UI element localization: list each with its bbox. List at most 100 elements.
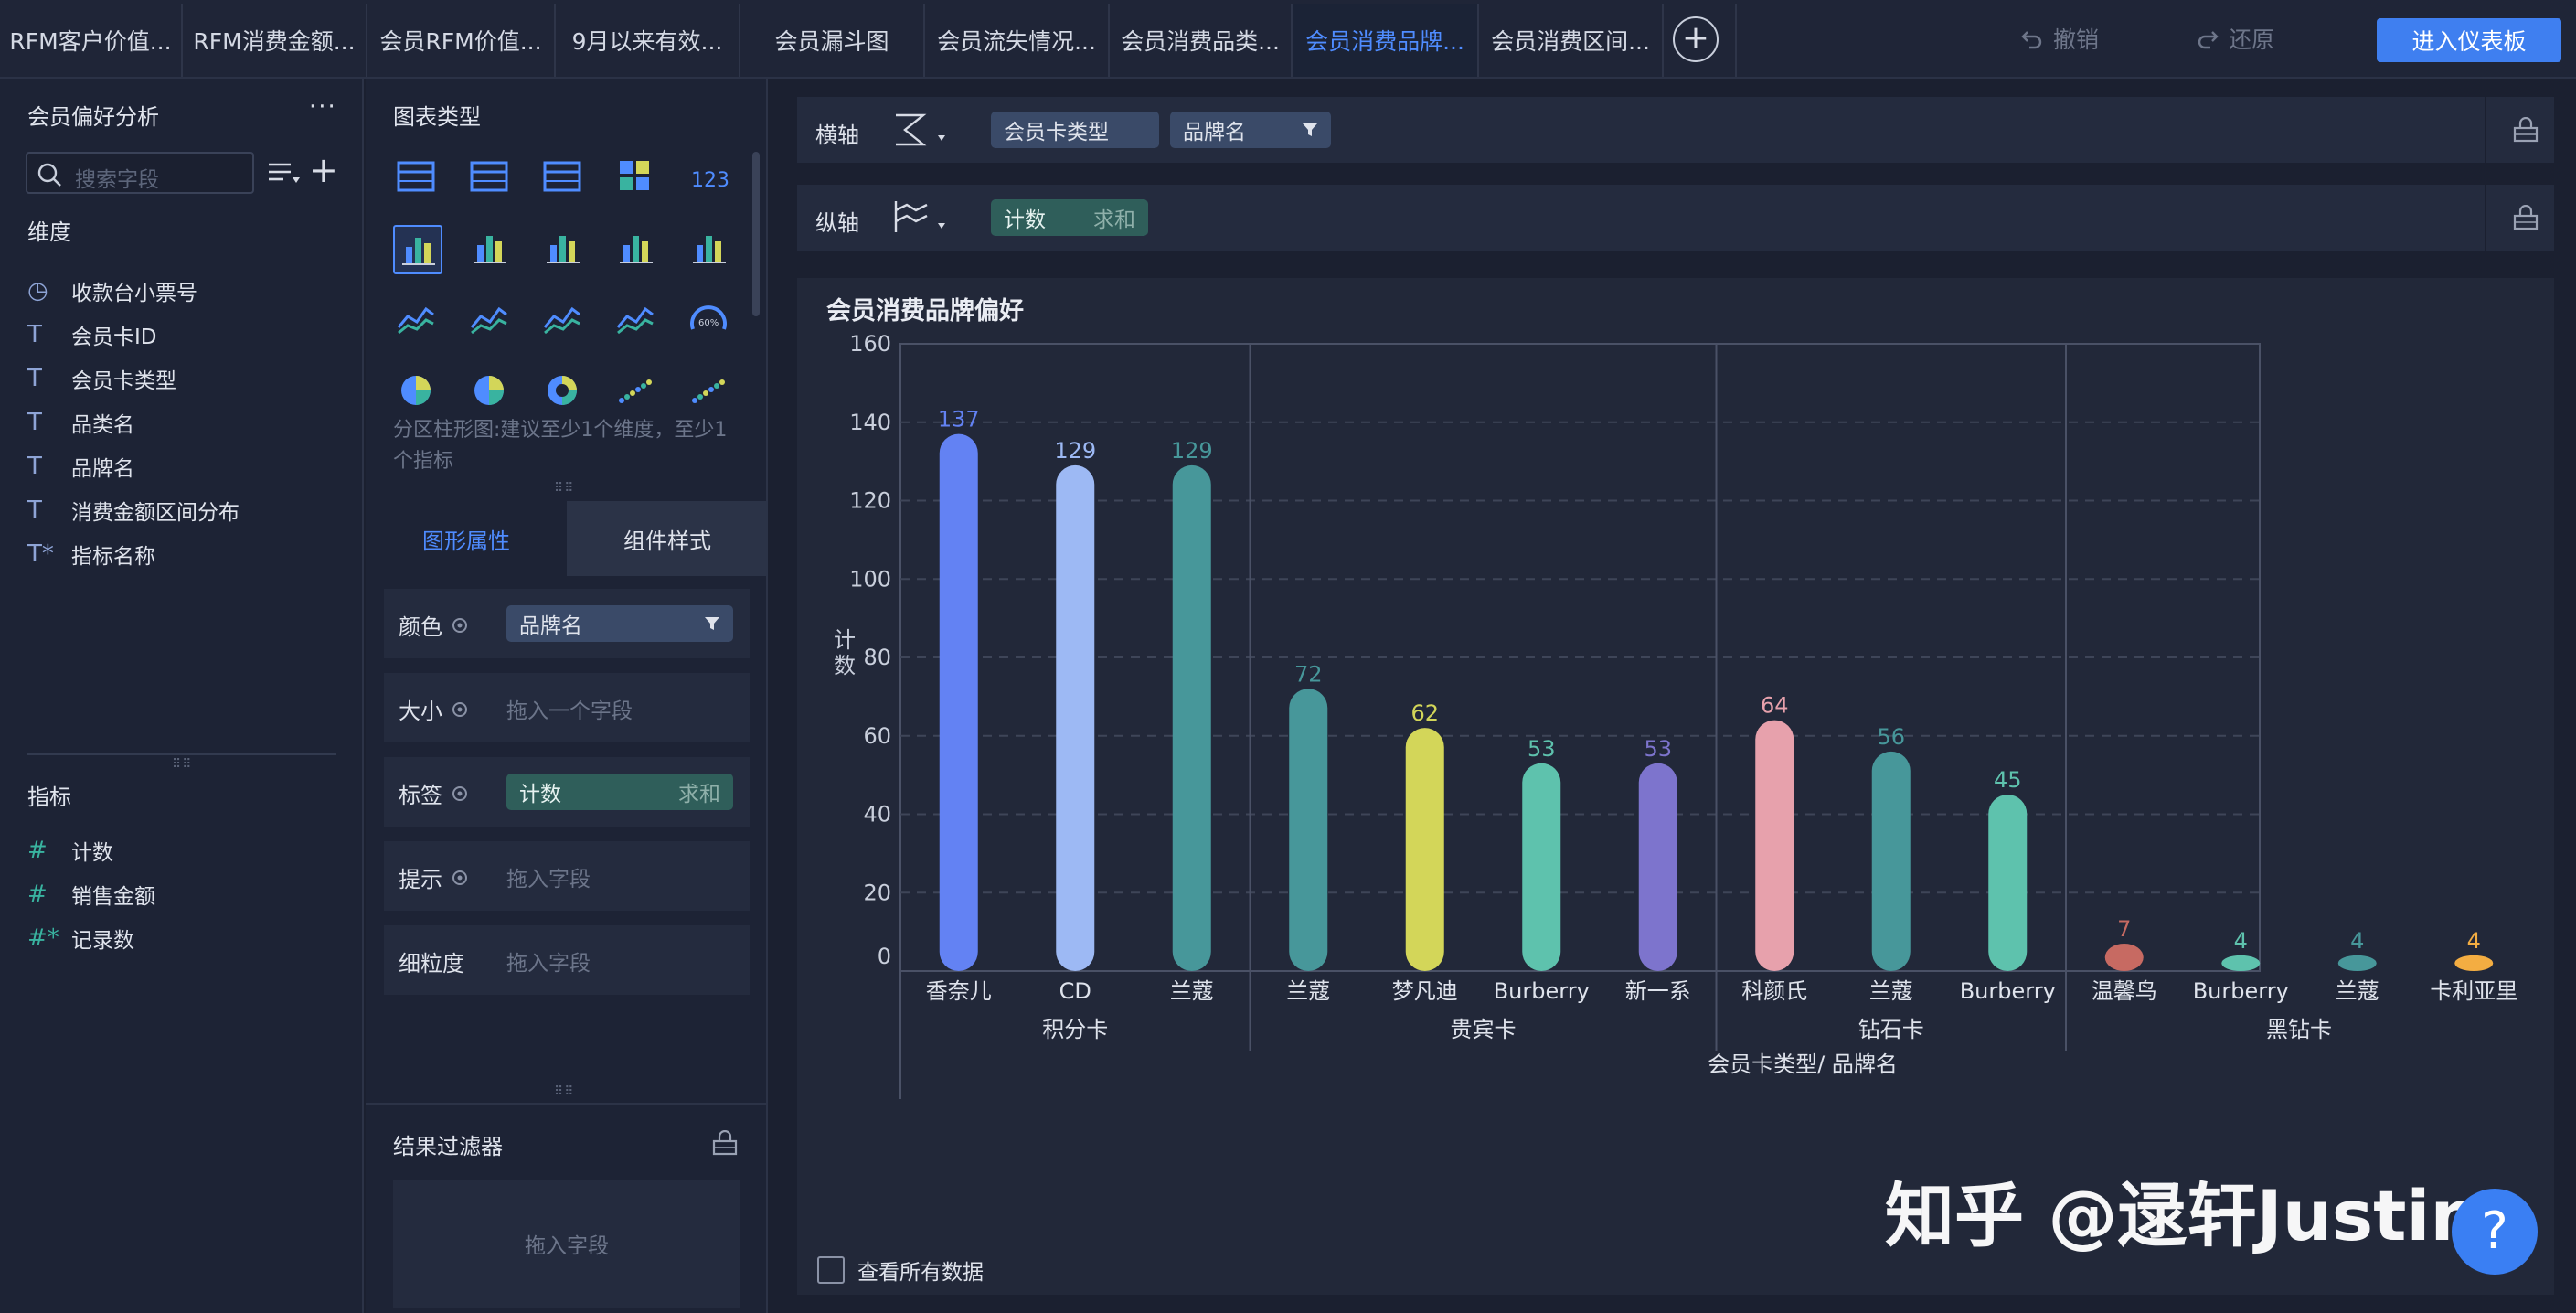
sort-fields-icon[interactable] (267, 161, 303, 188)
dimension-item[interactable]: T* 指标名称 (27, 536, 155, 572)
settings-icon[interactable] (450, 615, 470, 635)
label-property-row[interactable]: 标签 计数 求和 (384, 757, 750, 827)
settings-icon[interactable] (450, 699, 470, 720)
tab-member-category[interactable]: 会员消费品类... (1110, 4, 1293, 77)
cross-table-icon[interactable] (466, 154, 516, 203)
grain-label: 细粒度 (399, 951, 464, 977)
gauge-chart-icon[interactable]: 60% (686, 296, 735, 346)
resize-handle[interactable]: ⠿⠿ (554, 1084, 575, 1099)
redo-button[interactable]: 还原 (2196, 22, 2274, 55)
calculated-text-type-icon: T* (27, 540, 54, 568)
tab-component-style[interactable]: 组件样式 (567, 501, 768, 576)
aggregation-label[interactable]: 求和 (1093, 202, 1135, 233)
pie-chart-icon[interactable] (393, 368, 442, 417)
metric-item[interactable]: # 销售金额 (27, 876, 155, 913)
text-type-icon: T (27, 453, 42, 480)
y-axis-title: 计数 (834, 627, 856, 678)
aggregation-label[interactable]: 求和 (678, 776, 720, 807)
colorful-table-icon[interactable] (612, 154, 662, 203)
tab-since-september[interactable]: 9月以来有效... (556, 4, 740, 77)
donut-chart-icon[interactable] (539, 368, 589, 417)
combo-line-icon[interactable] (466, 296, 516, 346)
tab-member-range[interactable]: 会员消费区间... (1479, 4, 1664, 77)
checkbox[interactable] (817, 1256, 845, 1284)
horizontal-bar-icon[interactable] (612, 225, 662, 274)
x-chip-brand-name[interactable]: 品牌名 (1170, 112, 1331, 148)
dimension-item[interactable]: T 消费金额区间分布 (27, 492, 240, 528)
size-property-row[interactable]: 大小 拖入一个字段 (384, 673, 750, 742)
dimension-item[interactable]: T 会员卡类型 (27, 360, 176, 397)
metric-item[interactable]: #* 记录数 (27, 920, 134, 956)
y-axis-sort-icon[interactable] (890, 197, 953, 238)
tab-member-brand[interactable]: 会员消费品牌... (1293, 4, 1479, 77)
x-chip-member-card-type[interactable]: 会员卡类型 (991, 112, 1159, 148)
chart-type-title: 图表类型 (393, 104, 481, 130)
settings-icon[interactable] (450, 868, 470, 888)
svg-text:123: 123 (691, 169, 729, 192)
lock-icon[interactable] (2512, 117, 2539, 143)
more-options-icon[interactable]: ··· (309, 93, 337, 121)
grouped-bar-icon[interactable] (393, 225, 442, 274)
tab-graph-properties[interactable]: 图形属性 (366, 501, 567, 576)
kpi-number-icon[interactable]: 123 (686, 154, 735, 203)
filter-icon[interactable] (1302, 122, 1318, 138)
chart-type-scrollbar[interactable] (752, 152, 760, 316)
add-field-icon[interactable]: + (309, 152, 338, 188)
y-axis-shelf[interactable]: 纵轴 计数 求和 (797, 185, 2554, 251)
dimension-item[interactable]: T 会员卡ID (27, 316, 157, 353)
add-tab-button[interactable]: + (1673, 16, 1719, 62)
search-placeholder: 搜索字段 (75, 168, 159, 192)
view-all-data-checkbox[interactable]: 查看所有数据 (817, 1254, 984, 1286)
area-chart-icon[interactable] (612, 296, 662, 346)
dimension-item[interactable]: T 品牌名 (27, 448, 134, 485)
enter-dashboard-button[interactable]: 进入仪表板 (2377, 18, 2561, 62)
search-field-input[interactable]: 搜索字段 (26, 152, 254, 194)
scatter-chart-icon[interactable] (612, 368, 662, 417)
y-tick-label: 40 (863, 802, 891, 827)
multi-bar-icon[interactable] (539, 225, 589, 274)
dimensions-title: 维度 (27, 219, 71, 245)
category-label: 兰蔻 (1170, 978, 1214, 1004)
table-icon[interactable] (393, 154, 442, 203)
dimension-item[interactable]: T 品类名 (27, 404, 134, 441)
radar-chart-icon[interactable] (539, 296, 589, 346)
bar (1988, 795, 2028, 971)
resize-handle[interactable]: ⠿⠿ (172, 757, 193, 772)
bar-value-label: 4 (2467, 928, 2481, 954)
color-label: 颜色 (399, 614, 442, 640)
tab-rfm-customer-value[interactable]: RFM客户价值... (0, 4, 183, 77)
bubble-chart-icon[interactable] (686, 368, 735, 417)
multi-line-icon[interactable] (393, 296, 442, 346)
tab-member-churn[interactable]: 会员流失情况... (925, 4, 1110, 77)
y-chip-count[interactable]: 计数 求和 (991, 199, 1148, 236)
tab-member-rfm-value[interactable]: 会员RFM价值... (367, 4, 556, 77)
help-button[interactable]: ? (2452, 1189, 2538, 1275)
lock-icon[interactable] (711, 1130, 739, 1156)
undo-button[interactable]: 撤销 (2020, 22, 2099, 55)
stacked-bar-icon[interactable] (466, 225, 516, 274)
bar-value-label: 64 (1761, 693, 1789, 719)
settings-icon[interactable] (450, 784, 470, 804)
lock-icon[interactable] (2512, 205, 2539, 230)
group-label: 贵宾卡 (1451, 1017, 1517, 1042)
metric-item[interactable]: # 计数 (27, 832, 113, 869)
detail-table-icon[interactable] (539, 154, 589, 203)
bar (1056, 464, 1095, 972)
label-field-chip[interactable]: 计数 求和 (506, 774, 733, 810)
x-axis-sort-icon[interactable] (890, 110, 953, 150)
chip-label: 品牌名 (1183, 121, 1246, 144)
granularity-property-row[interactable]: 细粒度 拖入字段 (384, 925, 750, 995)
color-property-row[interactable]: 颜色 品牌名 (384, 589, 750, 658)
x-axis-shelf[interactable]: 横轴 会员卡类型 品牌名 (797, 97, 2554, 163)
result-filter-dropzone[interactable]: 拖入字段 (393, 1180, 740, 1308)
tooltip-property-row[interactable]: 提示 拖入字段 (384, 841, 750, 911)
tab-member-funnel[interactable]: 会员漏斗图 (740, 4, 925, 77)
tab-rfm-amount[interactable]: RFM消费金额... (183, 4, 367, 77)
dimension-item[interactable]: ◷ 收款台小票号 (27, 272, 197, 309)
filter-icon[interactable] (704, 615, 720, 632)
color-field-chip[interactable]: 品牌名 (506, 605, 733, 642)
metric-label: 记录数 (71, 929, 134, 953)
resize-handle[interactable]: ⠿⠿ (554, 481, 575, 496)
step-bar-icon[interactable] (686, 225, 735, 274)
rose-pie-icon[interactable] (466, 368, 516, 417)
